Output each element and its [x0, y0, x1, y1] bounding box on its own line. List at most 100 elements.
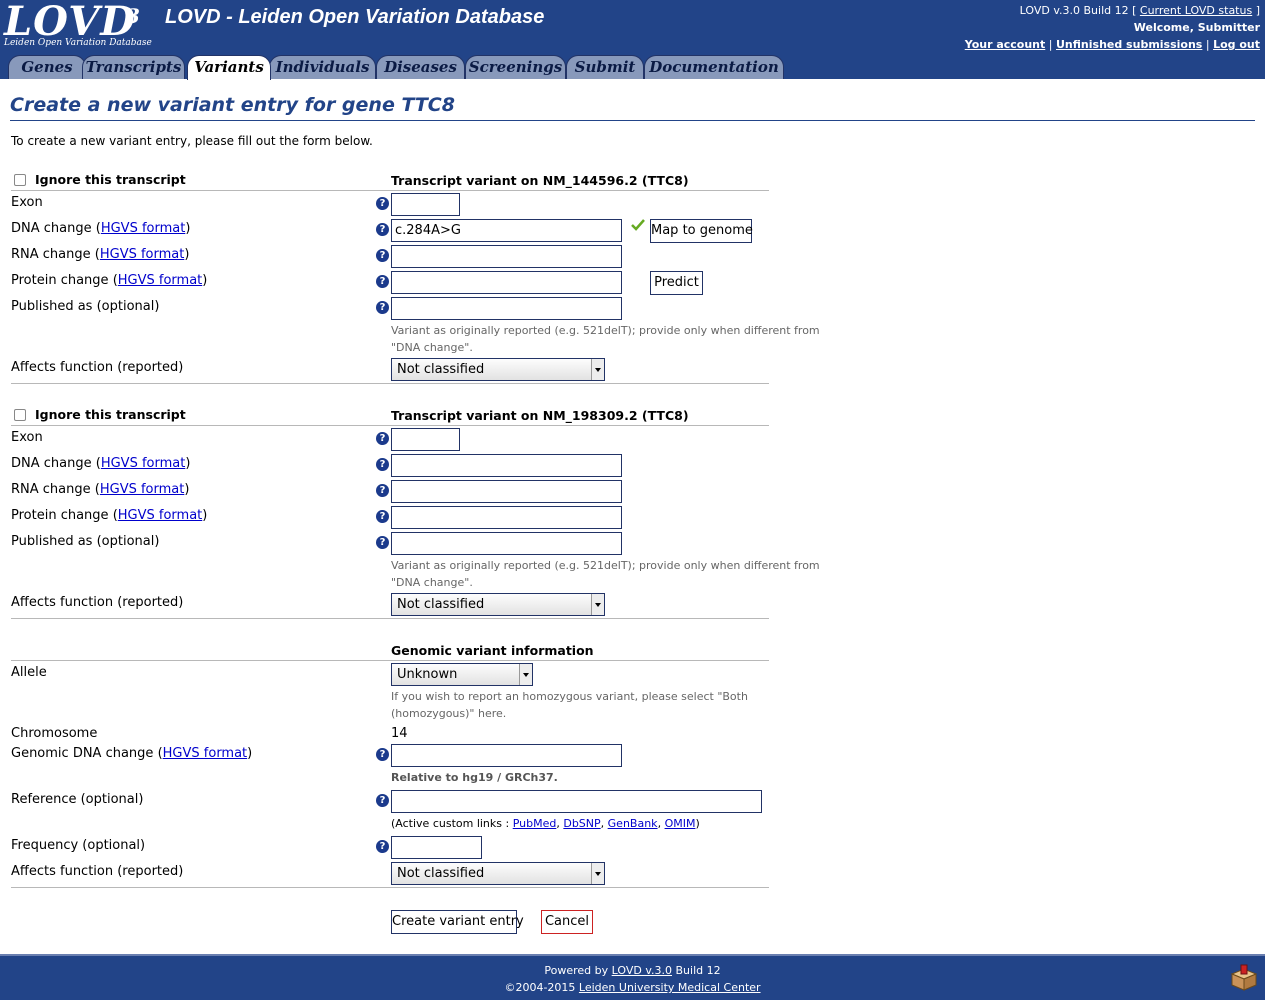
published-as-2-note: Variant as originally reported (e.g. 521…	[391, 557, 820, 591]
separator: |	[1048, 38, 1053, 51]
package-box-icon[interactable]	[1229, 964, 1259, 997]
ignore-transcript-2-checkbox[interactable]	[14, 408, 26, 421]
help-icon[interactable]: ?	[376, 249, 389, 262]
help-icon[interactable]: ?	[376, 840, 389, 853]
tab-individuals[interactable]: Individuals	[269, 55, 376, 79]
exon-2-input[interactable]	[391, 428, 460, 451]
affects-function-1-select[interactable]: Not classified	[391, 358, 605, 381]
exon-1-input[interactable]	[391, 193, 460, 216]
protein-change-2-input[interactable]	[391, 506, 622, 529]
omim-link[interactable]: OMIM	[665, 817, 696, 830]
help-icon[interactable]: ?	[376, 458, 389, 471]
exon-1-label: Exon	[11, 195, 43, 210]
ignore-transcript-1[interactable]: Ignore this transcript	[14, 172, 186, 187]
frequency-label: Frequency (optional)	[11, 838, 146, 853]
cancel-button[interactable]: Cancel	[541, 910, 593, 934]
app-title: LOVD - Leiden Open Variation Database	[165, 6, 545, 28]
tab-genes[interactable]: Genes	[8, 55, 86, 79]
relative-note: Relative to hg19 / GRCh37.	[391, 771, 558, 784]
help-icon[interactable]: ?	[376, 223, 389, 236]
help-icon[interactable]: ?	[376, 794, 389, 807]
ignore-transcript-2[interactable]: Ignore this transcript	[14, 407, 186, 422]
help-icon[interactable]: ?	[376, 748, 389, 761]
affects-function-2-select[interactable]: Not classified	[391, 593, 605, 616]
current-lovd-status-link[interactable]: Current LOVD status	[1140, 4, 1252, 17]
powered-by-line: Powered by LOVD v.3.0 Build 12	[0, 962, 1265, 979]
help-icon[interactable]: ?	[376, 484, 389, 497]
label-text: DNA change	[11, 221, 92, 236]
predict-button[interactable]: Predict	[650, 271, 703, 295]
genomic-dna-change-input[interactable]	[391, 744, 622, 767]
dbsnp-link[interactable]: DbSNP	[563, 817, 600, 830]
hgvs-format-link[interactable]: HGVS format	[100, 247, 185, 262]
rna-change-1-label: RNA change (HGVS format)	[11, 247, 189, 262]
reference-input[interactable]	[391, 790, 762, 813]
unfinished-submissions-link[interactable]: Unfinished submissions	[1056, 38, 1202, 51]
help-icon[interactable]: ?	[376, 432, 389, 445]
hgvs-format-link[interactable]: HGVS format	[101, 456, 186, 471]
hgvs-format-link[interactable]: HGVS format	[163, 746, 248, 761]
rna-change-1-input[interactable]	[391, 245, 622, 268]
dna-change-2-input[interactable]	[391, 454, 622, 477]
note-line: "DNA change".	[391, 576, 473, 589]
tab-transcripts[interactable]: Transcripts	[82, 55, 185, 79]
intro-text: To create a new variant entry, please fi…	[11, 134, 373, 148]
page-title: Create a new variant entry for gene TTC8	[10, 94, 455, 116]
tab-screenings[interactable]: Screenings	[465, 55, 566, 79]
affects-function-genomic-select[interactable]: Not classified	[391, 862, 605, 885]
hgvs-format-link[interactable]: HGVS format	[101, 221, 186, 236]
hgvs-format-link[interactable]: HGVS format	[100, 482, 185, 497]
tab-variants[interactable]: Variants	[187, 55, 271, 80]
dna-change-1-input[interactable]: c.284A>G	[391, 219, 622, 242]
dna-change-2-label: DNA change (HGVS format)	[11, 456, 190, 471]
published-as-1-label: Published as (optional)	[11, 299, 160, 314]
help-icon[interactable]: ?	[376, 275, 389, 288]
protein-change-1-input[interactable]	[391, 271, 622, 294]
divider	[11, 383, 769, 384]
version-text: LOVD v.3.0 Build 12 [	[1019, 4, 1137, 17]
dna-change-1-label: DNA change (HGVS format)	[11, 221, 190, 236]
logo-subtitle: Leiden Open Variation Database	[4, 38, 152, 48]
rna-change-2-input[interactable]	[391, 480, 622, 503]
chromosome-label: Chromosome	[11, 726, 98, 741]
published-as-2-input[interactable]	[391, 532, 622, 555]
tab-documentation[interactable]: Documentation	[644, 55, 784, 79]
help-icon[interactable]: ?	[376, 301, 389, 314]
hgvs-format-link[interactable]: HGVS format	[118, 508, 203, 523]
note-line: "DNA change".	[391, 341, 473, 354]
map-to-genome-button[interactable]: Map to genome	[650, 219, 753, 243]
genbank-link[interactable]: GenBank	[608, 817, 658, 830]
reference-label: Reference (optional)	[11, 792, 144, 807]
note-line: (homozygous)" here.	[391, 707, 507, 720]
help-icon[interactable]: ?	[376, 510, 389, 523]
lovd-version-link[interactable]: LOVD v.3.0	[612, 964, 672, 977]
chromosome-value: 14	[391, 726, 408, 741]
pubmed-link[interactable]: PubMed	[513, 817, 557, 830]
published-as-1-input[interactable]	[391, 297, 622, 320]
help-icon[interactable]: ?	[376, 536, 389, 549]
tab-diseases[interactable]: Diseases	[376, 55, 465, 79]
selected-value: Unknown	[397, 667, 458, 682]
lovd-logo[interactable]: LOVD 3 Leiden Open Variation Database	[4, 0, 154, 50]
main-tabs: Genes Transcripts Individuals Diseases S…	[0, 55, 1265, 80]
genomic-dna-change-label: Genomic DNA change (HGVS format)	[11, 746, 252, 761]
frequency-input[interactable]	[391, 836, 482, 859]
custom-links-note: (Active custom links : PubMed, DbSNP, Ge…	[391, 817, 700, 830]
check-mark-icon	[631, 219, 645, 235]
your-account-link[interactable]: Your account	[965, 38, 1046, 51]
allele-select[interactable]: Unknown	[391, 663, 533, 686]
lumc-link[interactable]: Leiden University Medical Center	[579, 981, 761, 994]
hgvs-format-link[interactable]: HGVS format	[118, 273, 203, 288]
create-variant-entry-button[interactable]: Create variant entry	[391, 910, 524, 934]
paren: )	[202, 273, 208, 288]
chevron-down-icon	[519, 664, 532, 685]
published-as-1-note: Variant as originally reported (e.g. 521…	[391, 322, 820, 356]
paren: )	[184, 482, 190, 497]
log-out-link[interactable]: Log out	[1213, 38, 1260, 51]
selected-value: Not classified	[397, 362, 485, 377]
help-icon[interactable]: ?	[376, 197, 389, 210]
paren: )	[247, 746, 253, 761]
label-text: Protein change	[11, 273, 109, 288]
tab-submit[interactable]: Submit	[566, 55, 644, 79]
ignore-transcript-1-checkbox[interactable]	[14, 173, 26, 186]
